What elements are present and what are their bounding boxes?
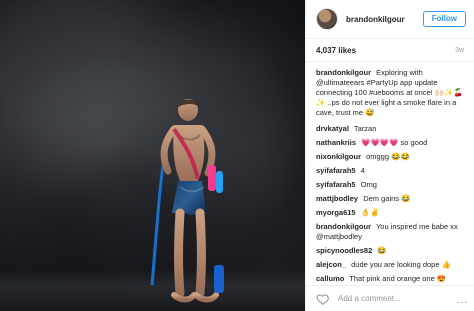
person-illustration	[150, 99, 224, 303]
comment-text: Tarzan	[353, 124, 377, 134]
comment-text: dude you are looking dope 👍	[351, 260, 451, 270]
comment-item: callumo That pink and orange one 😍	[316, 274, 464, 284]
comments-list: brandonkilgour Exploring with @ultimatee…	[306, 62, 474, 285]
comment-username[interactable]: alejcon_	[316, 260, 346, 269]
comment-username[interactable]: syifafarah5	[316, 166, 356, 175]
comment-item: spicynoodles82 😂	[316, 246, 464, 256]
post-header: brandonkilgour Follow	[306, 0, 474, 40]
comment-username[interactable]: callumo	[316, 274, 344, 283]
comment-username[interactable]: nathankriis	[316, 138, 356, 147]
comment-bar: …	[306, 285, 474, 311]
comment-item: nixonkilgour omggg 😂😂	[316, 152, 464, 162]
more-icon[interactable]: …	[456, 292, 468, 306]
comment-username[interactable]: syifafarah5	[316, 180, 356, 189]
comment-text: 😂	[377, 246, 387, 256]
comment-text: Omg	[360, 180, 377, 190]
comment-item: syifafarah5 Omg	[316, 180, 464, 190]
comment-username[interactable]: mattjbodley	[316, 194, 358, 203]
comment-text: That pink and orange one 😍	[349, 274, 447, 284]
comment-username[interactable]: drvkatyal	[316, 124, 349, 133]
post-meta: 4,037 likes 3w	[306, 39, 474, 63]
comment-item: mattjbodley Dem gains 😂	[316, 194, 464, 204]
post-photo[interactable]	[0, 0, 305, 311]
comment-text: 👌✌️	[360, 208, 380, 218]
comment-item: nathankriis 💗💗💗💗 so good	[316, 138, 464, 148]
comment-text: Dem gains 😂	[363, 194, 411, 204]
post-sidepanel: brandonkilgour Follow 4,037 likes 3w bra…	[305, 0, 474, 311]
add-comment-input[interactable]	[338, 290, 448, 307]
comment-item: alejcon_ dude you are looking dope 👍	[316, 260, 464, 270]
post-time[interactable]: 3w	[455, 47, 464, 54]
instagram-post-view: brandonkilgour Follow 4,037 likes 3w bra…	[0, 0, 474, 311]
comment-text: 💗💗💗💗 so good	[361, 138, 428, 148]
comment-item: syifafarah5 4	[316, 166, 464, 176]
caption-username[interactable]: brandonkilgour	[316, 68, 371, 77]
comment-username[interactable]: brandonkilgour	[316, 222, 371, 231]
comment-username[interactable]: nixonkilgour	[316, 152, 361, 161]
comment-text: omggg 😂😂	[366, 152, 410, 162]
heart-icon[interactable]	[316, 292, 330, 306]
comment-item: myorga615 👌✌️	[316, 208, 464, 218]
avatar[interactable]	[316, 8, 338, 31]
post-username[interactable]: brandonkilgour	[346, 15, 415, 24]
comment-username[interactable]: myorga615	[316, 208, 356, 217]
comment-username[interactable]: spicynoodles82	[316, 246, 372, 255]
person-figure	[150, 95, 230, 305]
post-caption: brandonkilgour Exploring with @ultimatee…	[316, 68, 464, 118]
comment-item: drvkatyal Tarzan	[316, 124, 464, 134]
likes-count[interactable]: 4,037 likes	[316, 46, 356, 55]
comment-text: 4	[360, 166, 365, 176]
follow-button[interactable]: Follow	[422, 11, 466, 28]
comment-item: brandonkilgour You inspired me babe xx @…	[316, 222, 464, 242]
